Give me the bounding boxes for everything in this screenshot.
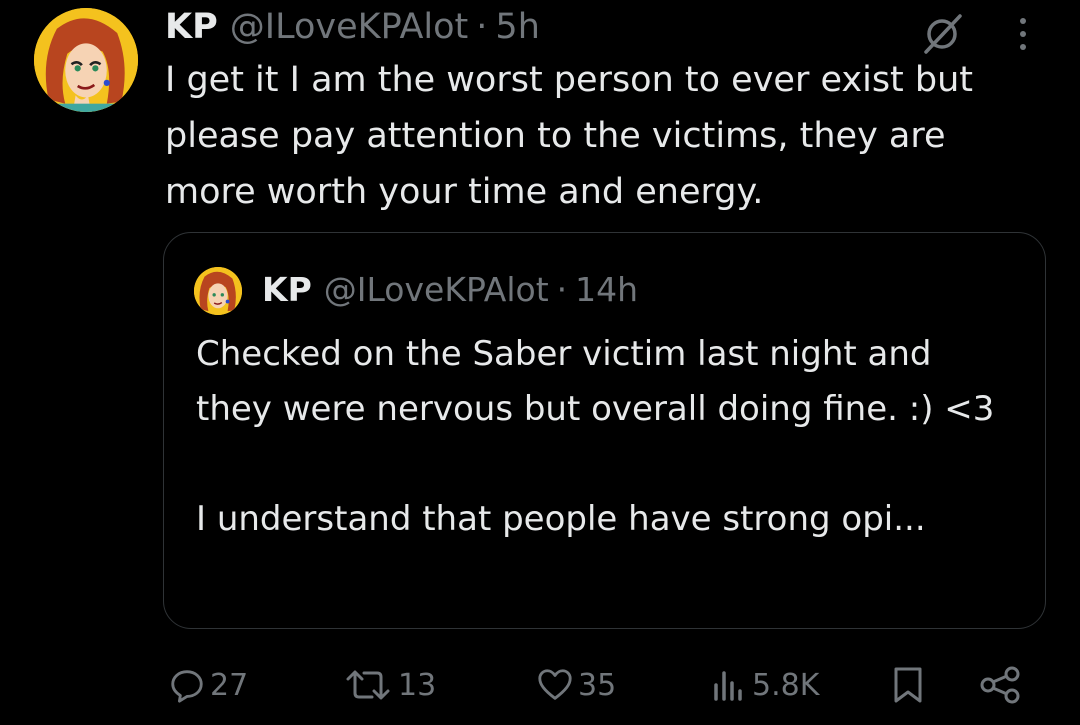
views-icon [714,671,742,701]
share-button[interactable] [978,655,1022,715]
author-name[interactable]: KP [165,7,218,47]
bookmark-button[interactable] [888,655,928,715]
tweet-time[interactable]: 5h [495,7,539,47]
like-count: 35 [578,667,617,703]
reply-button[interactable]: 27 [168,655,248,715]
reply-icon [171,670,203,703]
repost-icon [346,670,390,700]
quoted-author-handle: @ILoveKPAlot [323,269,549,309]
like-button[interactable]: 35 [536,655,616,715]
quoted-text-paragraph-2: I understand that people have strong opi… [196,499,926,539]
quoted-author-avatar [194,267,242,315]
author-avatar[interactable] [34,8,138,112]
quoted-author-name: KP [262,269,312,309]
share-icon [980,666,1020,704]
quoted-separator-dot: · [556,269,568,309]
grok-icon[interactable] [918,10,966,58]
quoted-tweet-text: Checked on the Saber victim last night a… [196,327,1016,547]
like-icon [538,669,572,700]
quoted-text-paragraph-1: Checked on the Saber victim last night a… [196,334,995,429]
views-count: 5.8K [752,667,820,703]
quoted-tweet[interactable]: KP @ILoveKPAlot · 14h Checked on the Sab… [163,232,1046,629]
separator-dot: · [476,7,488,47]
more-icon[interactable] [1008,10,1038,58]
repost-button[interactable]: 13 [342,655,436,715]
repost-count: 13 [398,667,437,703]
action-bar: 27 13 35 5.8K [0,655,1080,715]
quoted-tweet-time: 14h [575,269,639,309]
bookmark-icon [894,667,922,703]
reply-count: 27 [210,667,249,703]
author-handle[interactable]: @ILoveKPAlot [230,7,469,47]
quoted-tweet-header: KP @ILoveKPAlot · 14h [262,263,638,315]
tweet-text: I get it I am the worst person to ever e… [165,60,974,212]
views-button[interactable]: 5.8K [708,655,819,715]
tweet-header: KP @ILoveKPAlot · 5h [165,2,540,52]
